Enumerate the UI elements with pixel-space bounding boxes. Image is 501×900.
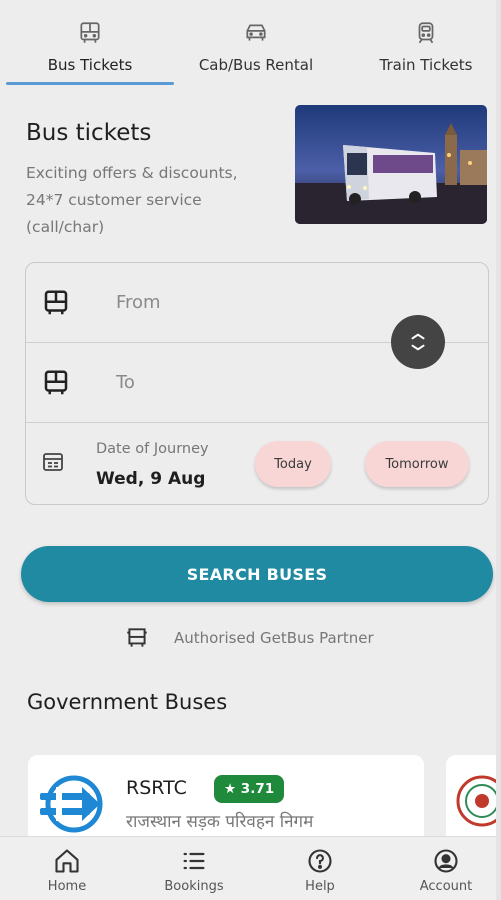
to-placeholder: To	[116, 372, 135, 393]
nav-label: Bookings	[164, 879, 224, 894]
tab-bus-tickets[interactable]: Bus Tickets	[6, 20, 174, 88]
service-tabs: Bus Tickets Cab/Bus Rental Train Tickets	[0, 20, 501, 88]
government-buses-title: Government Buses	[27, 690, 228, 714]
bus-icon	[80, 22, 100, 43]
account-icon	[434, 849, 458, 873]
from-placeholder: From	[116, 292, 161, 313]
bottom-navigation: Home Bookings Help Account	[0, 836, 501, 900]
search-buses-button[interactable]: SEARCH BUSES	[21, 546, 493, 602]
date-of-journey-label: Date of Journey	[96, 441, 209, 457]
partner-text: Authorised GetBus Partner	[174, 629, 374, 647]
car-icon	[246, 24, 266, 41]
train-icon	[418, 22, 434, 44]
nav-label: Help	[305, 879, 335, 894]
rsrtc-logo	[40, 775, 103, 833]
nav-label: Home	[47, 879, 87, 894]
swap-locations-button[interactable]	[391, 315, 445, 369]
nav-label: Account	[419, 879, 473, 894]
nav-bookings[interactable]: Bookings	[149, 847, 239, 894]
bus-icon	[44, 370, 68, 394]
date-row: Date of Journey Wed, 9 Aug Today Tomorro…	[26, 423, 488, 505]
home-icon	[55, 849, 79, 873]
page-subtitle: Exciting offers & discounts, 24*7 custom…	[26, 164, 238, 236]
page-title: Bus tickets	[26, 120, 152, 146]
nav-home[interactable]: Home	[22, 847, 112, 894]
scrollbar[interactable]	[496, 0, 501, 900]
tab-label: Bus Tickets	[47, 56, 133, 74]
bus-booking-screen: Bus Tickets Cab/Bus Rental Train Tickets…	[0, 0, 501, 900]
tab-cab-bus-rental[interactable]: Cab/Bus Rental	[176, 20, 336, 88]
tab-train-tickets[interactable]: Train Tickets	[356, 20, 496, 88]
tomorrow-button[interactable]: Tomorrow	[365, 441, 469, 487]
today-button[interactable]: Today	[255, 441, 331, 487]
bus-hero-image	[295, 105, 487, 224]
operator-name: RSRTC	[126, 777, 187, 799]
swap-icon	[411, 333, 425, 351]
tab-label: Train Tickets	[379, 56, 473, 74]
tab-label: Cab/Bus Rental	[198, 56, 314, 74]
calendar-icon	[43, 453, 63, 471]
date-of-journey-value[interactable]: Wed, 9 Aug	[96, 469, 205, 489]
help-icon	[308, 849, 332, 873]
active-tab-indicator	[6, 82, 174, 85]
search-form: From To Date of Journey Wed, 9 Aug Today…	[25, 262, 489, 505]
nav-account[interactable]: Account	[401, 847, 491, 894]
bus-icon	[44, 290, 68, 314]
list-icon	[183, 852, 205, 870]
rating-badge: ★ 3.71	[214, 775, 285, 803]
nav-help[interactable]: Help	[275, 847, 365, 894]
bus-icon	[127, 628, 147, 647]
partner-info: Authorised GetBus Partner	[124, 625, 374, 651]
operator-subtitle: राजस्थान सड़क परिवहन निगम	[126, 812, 314, 832]
